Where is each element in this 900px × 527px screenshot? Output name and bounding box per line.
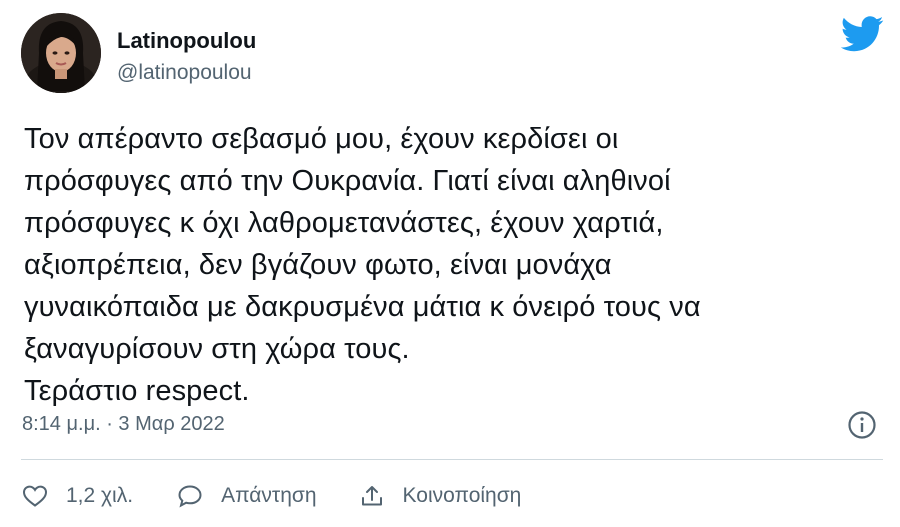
avatar-image xyxy=(21,13,101,93)
tweet-line: ξαναγυρίσουν στη χώρα τους. xyxy=(24,333,410,365)
like-count: 1,2 χιλ. xyxy=(66,484,134,507)
share-label: Κοινοποίηση xyxy=(402,484,522,507)
reply-button[interactable]: Απάντηση xyxy=(177,484,317,508)
tweet-line: πρόσφυγες κ όχι λαθρομετανάστες, έχουν χ… xyxy=(24,207,664,239)
tweet-card: Latinopoulou @latinopoulou Τον απέραντο … xyxy=(0,0,900,527)
tweet-line: γυναικόπαιδα με δακρυσμένα μάτια κ όνειρ… xyxy=(24,291,701,323)
heart-icon xyxy=(22,485,48,507)
speech-bubble-icon xyxy=(178,485,202,508)
tweet-timestamp[interactable]: 8:14 μ.μ. · 3 Μαρ 2022 xyxy=(22,413,225,436)
divider xyxy=(21,459,883,460)
tweet-line: πρόσφυγες από την Ουκρανία. Γιατί είναι … xyxy=(24,165,671,197)
tweet-line: Τεράστιο respect. xyxy=(24,375,250,407)
share-button[interactable]: Κοινοποίηση xyxy=(359,484,522,508)
tweet-actions: 1,2 χιλ. Απάντηση Κοινοποίηση xyxy=(22,476,521,516)
author-handle[interactable]: @latinopoulou xyxy=(117,61,252,85)
reply-label: Απάντηση xyxy=(221,484,317,507)
tweet-line: Τον απέραντο σεβασμό μου, έχουν κερδίσει… xyxy=(24,123,619,155)
info-icon[interactable] xyxy=(846,409,878,441)
share-icon xyxy=(361,486,382,506)
twitter-bird-icon[interactable] xyxy=(841,16,884,52)
tweet-text: Τον απέραντο σεβασμό μου, έχουν κερδίσει… xyxy=(24,118,874,412)
tweet-line: αξιοπρέπεια, δεν βγάζουν φωτο, είναι μον… xyxy=(24,249,612,281)
author-display-name[interactable]: Latinopoulou xyxy=(117,28,256,54)
avatar[interactable] xyxy=(21,13,101,93)
like-button[interactable]: 1,2 χιλ. xyxy=(22,484,133,508)
